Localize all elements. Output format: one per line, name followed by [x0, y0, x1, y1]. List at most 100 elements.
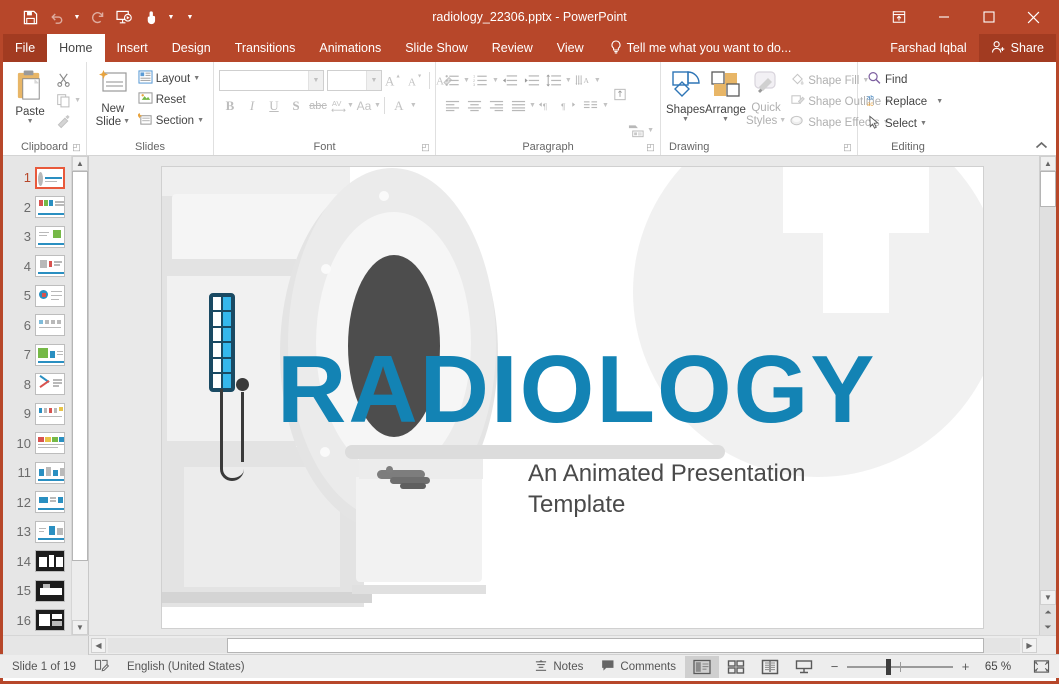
save-icon[interactable]	[17, 4, 43, 30]
thumbnail-scroll-down-arrow-icon[interactable]: ▼	[72, 620, 88, 635]
line-spacing-button[interactable]	[543, 70, 565, 91]
columns-button[interactable]	[580, 95, 602, 116]
reading-view-button[interactable]	[753, 656, 787, 678]
strikethrough-button[interactable]: abc	[307, 95, 329, 116]
layout-dropdown-chevron-icon[interactable]: ▼	[193, 75, 200, 82]
zoom-slider[interactable]	[847, 655, 953, 679]
spell-check-button[interactable]	[85, 655, 118, 679]
change-case-button[interactable]: Aa	[354, 95, 374, 116]
replace-chevron-icon[interactable]: ▼	[936, 98, 943, 105]
ribbon-display-options-icon[interactable]	[876, 0, 921, 34]
format-painter-button[interactable]	[52, 111, 74, 132]
text-shadow-button[interactable]: S	[285, 95, 307, 116]
hscroll-thumb[interactable]	[226, 637, 984, 653]
zoom-slider-handle[interactable]	[886, 658, 892, 675]
slide-thumbnail-16[interactable]: 16	[3, 606, 65, 636]
slide-thumbnail-11[interactable]: 11	[3, 458, 65, 488]
arrange-button[interactable]: Arrange ▼	[705, 68, 746, 125]
italic-button[interactable]: I	[241, 95, 263, 116]
hscroll-right-arrow-icon[interactable]: ▶	[1022, 637, 1037, 653]
text-direction-button[interactable]: A	[572, 70, 594, 91]
reset-button[interactable]: Reset	[134, 89, 208, 110]
paragraph-dialog-launcher[interactable]: ◰	[645, 142, 656, 153]
tab-animations[interactable]: Animations	[307, 34, 393, 62]
zoom-in-button[interactable]: +	[960, 659, 971, 674]
start-from-beginning-icon[interactable]	[111, 4, 137, 30]
drawing-dialog-launcher[interactable]: ◰	[842, 142, 853, 153]
copy-dropdown-chevron-icon[interactable]: ▼	[74, 97, 81, 104]
slide-area-scrollbar[interactable]: ▲ ▼ ⏶ ⏷	[1039, 156, 1056, 635]
decrease-font-size-button[interactable]: A	[404, 70, 426, 91]
notes-button[interactable]: Notes	[525, 655, 592, 679]
increase-list-level-button[interactable]	[521, 70, 543, 91]
close-button[interactable]	[1011, 0, 1056, 34]
slide-thumbnail-3[interactable]: 3	[3, 222, 65, 252]
maximize-button[interactable]	[966, 0, 1011, 34]
paste-dropdown-chevron-icon[interactable]: ▼	[27, 118, 34, 125]
fit-slide-to-window-button[interactable]	[1026, 655, 1056, 679]
slide-horizontal-scrollbar[interactable]: ◀ ▶	[3, 635, 1056, 655]
customize-quick-access-toolbar-icon[interactable]: ▼	[184, 4, 196, 30]
new-slide-dropdown-chevron-icon[interactable]: ▼	[123, 118, 130, 125]
slide-thumbnail-10[interactable]: 10	[3, 429, 65, 459]
tab-view[interactable]: View	[545, 34, 596, 62]
current-slide[interactable]: RADIOLOGY An Animated Presentation Templ…	[161, 165, 984, 629]
redo-icon[interactable]	[84, 4, 110, 30]
shapes-button[interactable]: Shapes ▼	[666, 68, 705, 125]
slide-thumbnail-4[interactable]: 4	[3, 252, 65, 282]
tab-transitions[interactable]: Transitions	[223, 34, 308, 62]
thumbnail-pane-scrollbar[interactable]: ▲ ▼	[71, 156, 88, 635]
slide-subtitle[interactable]: An Animated Presentation Template	[528, 458, 898, 520]
character-spacing-button[interactable]: AV	[329, 95, 347, 116]
center-button[interactable]	[463, 95, 485, 116]
language-indicator[interactable]: English (United States)	[118, 655, 254, 679]
normal-view-button[interactable]	[685, 655, 719, 678]
share-button[interactable]: Share	[978, 34, 1056, 62]
underline-button[interactable]: U	[263, 95, 285, 116]
zoom-out-button[interactable]: −	[829, 659, 840, 674]
shapes-dropdown-chevron-icon[interactable]: ▼	[682, 116, 689, 123]
font-name-combo[interactable]: ▼	[219, 70, 324, 91]
layout-button[interactable]: Layout ▼	[134, 68, 208, 89]
replace-button[interactable]: ab ac Replace ▼	[863, 91, 947, 112]
convert-to-smartart-chevron-icon[interactable]: ▼	[647, 127, 654, 134]
decrease-list-level-button[interactable]	[499, 70, 521, 91]
cut-button[interactable]	[52, 69, 74, 90]
numbering-button[interactable]: 123	[470, 70, 492, 91]
paste-button[interactable]: Paste ▼	[8, 67, 52, 127]
slide-thumbnail-13[interactable]: 13	[3, 517, 65, 547]
justify-chevron-icon[interactable]: ▼	[529, 102, 536, 109]
tell-me-search[interactable]: Tell me what you want to do...	[606, 34, 796, 62]
next-slide-button[interactable]: ⏷	[1040, 620, 1056, 635]
hscroll-track[interactable]	[108, 637, 1020, 653]
line-spacing-chevron-icon[interactable]: ▼	[565, 77, 572, 84]
numbering-chevron-icon[interactable]: ▼	[492, 77, 499, 84]
justify-button[interactable]	[507, 95, 529, 116]
new-slide-button[interactable]: New Slide ▼	[92, 67, 134, 130]
collapse-ribbon-chevron-up-icon[interactable]	[1031, 137, 1051, 153]
tab-design[interactable]: Design	[160, 34, 223, 62]
font-dialog-launcher[interactable]: ◰	[420, 142, 431, 153]
quick-styles-dropdown-chevron-icon[interactable]: ▼	[779, 117, 786, 124]
tab-review[interactable]: Review	[480, 34, 545, 62]
thumbnail-scroll-up-arrow-icon[interactable]: ▲	[72, 156, 88, 171]
font-name-chevron-down-icon[interactable]: ▼	[308, 71, 323, 90]
slide-scroll-up-arrow-icon[interactable]: ▲	[1040, 156, 1056, 171]
select-chevron-icon[interactable]: ▼	[920, 120, 927, 127]
right-to-left-button[interactable]: ¶	[558, 95, 580, 116]
section-dropdown-chevron-icon[interactable]: ▼	[197, 117, 204, 124]
align-text-button[interactable]	[609, 84, 631, 105]
slide-thumbnail-15[interactable]: 15	[3, 576, 65, 606]
bold-button[interactable]: B	[219, 95, 241, 116]
font-size-combo[interactable]: ▼	[327, 70, 382, 91]
slide-indicator[interactable]: Slide 1 of 19	[3, 655, 85, 679]
character-spacing-chevron-icon[interactable]: ▼	[347, 102, 354, 109]
select-button[interactable]: Select ▼	[863, 113, 931, 134]
copy-button[interactable]	[52, 90, 74, 111]
section-button[interactable]: Section ▼	[134, 110, 208, 131]
arrange-dropdown-chevron-icon[interactable]: ▼	[722, 116, 729, 123]
tab-slide-show[interactable]: Slide Show	[393, 34, 480, 62]
left-to-right-button[interactable]: ¶	[536, 95, 558, 116]
font-color-chevron-icon[interactable]: ▼	[410, 102, 417, 109]
minimize-button[interactable]	[921, 0, 966, 34]
